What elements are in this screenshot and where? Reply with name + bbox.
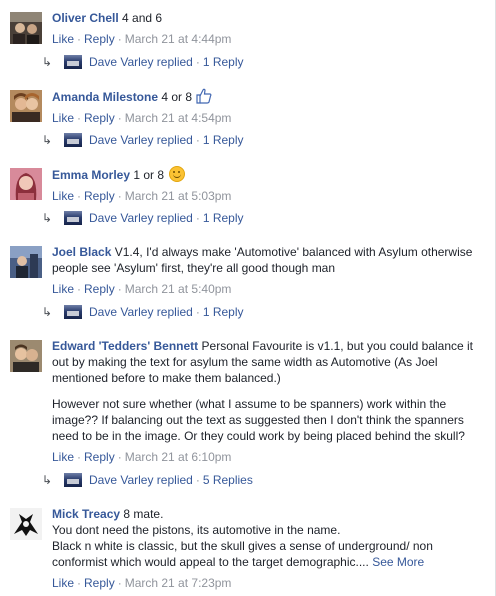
separator-dot: · [195, 305, 200, 319]
separator-dot: · [77, 282, 82, 296]
comment-text-line: Joel Black V1.4, I'd always make 'Automo… [52, 244, 484, 276]
comment-actions: Like · Reply · March 21 at 5:40pm [52, 281, 484, 297]
replier-name[interactable]: Dave Varley replied [89, 55, 193, 69]
replies-summary[interactable]: ↳ Dave Varley replied · 1 Reply [42, 302, 244, 322]
separator-dot: · [117, 576, 122, 590]
separator-dot: · [195, 211, 200, 225]
replier-avatar [64, 211, 82, 225]
separator-dot: · [117, 282, 122, 296]
comment-text-paragraph: However not sure whether (what I assume … [52, 397, 465, 443]
thumbs-up-icon [196, 88, 212, 104]
like-link[interactable]: Like [52, 111, 74, 125]
reply-arrow-icon: ↳ [42, 55, 53, 69]
comment-actions: Like · Reply · March 21 at 5:03pm [52, 188, 484, 204]
comment-text-line: Black n white is classic, but the skull … [52, 538, 484, 570]
replier-avatar [64, 473, 82, 487]
comment-actions: Like · Reply · March 21 at 6:10pm [52, 449, 484, 465]
comment-text: 8 mate. [123, 507, 164, 521]
comment-text: V1.4, I'd always make 'Automotive' balan… [52, 245, 473, 275]
avatar[interactable] [10, 168, 42, 200]
like-link[interactable]: Like [52, 32, 74, 46]
comment-text-line: Mick Treacy 8 mate. [52, 506, 484, 522]
timestamp[interactable]: March 21 at 5:03pm [125, 189, 232, 203]
replier-avatar [64, 55, 82, 69]
replier-name[interactable]: Dave Varley replied [89, 133, 193, 147]
timestamp[interactable]: March 21 at 5:40pm [125, 282, 232, 296]
comment-text-line: Edward 'Tedders' Bennett Personal Favour… [52, 338, 484, 386]
author-name[interactable]: Emma Morley [52, 168, 130, 182]
like-link[interactable]: Like [52, 450, 74, 464]
avatar[interactable] [10, 246, 42, 278]
comment-actions: Like · Reply · March 21 at 4:44pm [52, 31, 484, 47]
replies-summary[interactable]: ↳ Dave Varley replied · 1 Reply [42, 130, 244, 150]
separator-dot: · [117, 189, 122, 203]
author-name[interactable]: Oliver Chell [52, 11, 119, 25]
separator-dot: · [117, 111, 122, 125]
separator-dot: · [195, 473, 200, 487]
like-link[interactable]: Like [52, 282, 74, 296]
see-more-link[interactable]: See More [372, 555, 424, 569]
replier-name[interactable]: Dave Varley replied [89, 473, 193, 487]
avatar[interactable] [10, 340, 42, 372]
reply-arrow-icon: ↳ [42, 473, 53, 487]
author-name[interactable]: Amanda Milestone [52, 90, 158, 104]
avatar[interactable] [10, 12, 42, 44]
comment-text-line: Emma Morley 1 or 8 [52, 166, 484, 183]
author-name[interactable]: Edward 'Tedders' Bennett [52, 339, 198, 353]
reply-link[interactable]: Reply [84, 282, 115, 296]
separator-dot: · [77, 450, 82, 464]
reply-arrow-icon: ↳ [42, 305, 53, 319]
timestamp[interactable]: March 21 at 4:44pm [125, 32, 232, 46]
avatar[interactable] [10, 90, 42, 122]
separator-dot: · [195, 55, 200, 69]
avatar[interactable] [10, 508, 42, 540]
reply-link[interactable]: Reply [84, 189, 115, 203]
separator-dot: · [77, 111, 82, 125]
comment-text: 1 or 8 [133, 168, 165, 182]
reply-count[interactable]: 1 Reply [203, 55, 244, 69]
comment-text-line: Amanda Milestone 4 or 8 [52, 88, 484, 105]
separator-dot: · [77, 576, 82, 590]
reply-count[interactable]: 5 Replies [203, 473, 253, 487]
timestamp[interactable]: March 21 at 6:10pm [125, 450, 232, 464]
reply-link[interactable]: Reply [84, 576, 115, 590]
replier-name[interactable]: Dave Varley replied [89, 211, 193, 225]
replies-summary[interactable]: ↳ Dave Varley replied · 1 Reply [42, 52, 244, 72]
replier-name[interactable]: Dave Varley replied [89, 305, 193, 319]
reply-link[interactable]: Reply [84, 32, 115, 46]
reply-arrow-icon: ↳ [42, 133, 53, 147]
replier-avatar [64, 305, 82, 319]
separator-dot: · [77, 32, 82, 46]
author-name[interactable]: Joel Black [52, 245, 111, 259]
reply-count[interactable]: 1 Reply [203, 305, 244, 319]
separator-dot: · [77, 189, 82, 203]
reply-count[interactable]: 1 Reply [203, 211, 244, 225]
like-link[interactable]: Like [52, 189, 74, 203]
timestamp[interactable]: March 21 at 7:23pm [125, 576, 232, 590]
comment-text-line: You dont need the pistons, its automotiv… [52, 523, 341, 537]
reply-link[interactable]: Reply [84, 111, 115, 125]
comment-actions: Like · Reply · March 21 at 4:54pm [52, 110, 484, 126]
separator-dot: · [195, 133, 200, 147]
like-link[interactable]: Like [52, 576, 74, 590]
smiley-emoji-icon [169, 166, 186, 182]
separator-dot: · [117, 450, 122, 464]
separator-dot: · [117, 32, 122, 46]
timestamp[interactable]: March 21 at 4:54pm [125, 111, 232, 125]
comment-text: 4 and 6 [122, 11, 163, 25]
comment-text-line: Oliver Chell 4 and 6 [52, 10, 484, 26]
replies-summary[interactable]: ↳ Dave Varley replied · 1 Reply [42, 208, 244, 228]
replies-summary[interactable]: ↳ Dave Varley replied · 5 Replies [42, 470, 253, 490]
author-name[interactable]: Mick Treacy [52, 507, 120, 521]
comment-actions: Like · Reply · March 21 at 7:23pm [52, 575, 484, 591]
replier-avatar [64, 133, 82, 147]
comment-text: 4 or 8 [161, 90, 193, 104]
reply-count[interactable]: 1 Reply [203, 133, 244, 147]
reply-arrow-icon: ↳ [42, 211, 53, 225]
reply-link[interactable]: Reply [84, 450, 115, 464]
